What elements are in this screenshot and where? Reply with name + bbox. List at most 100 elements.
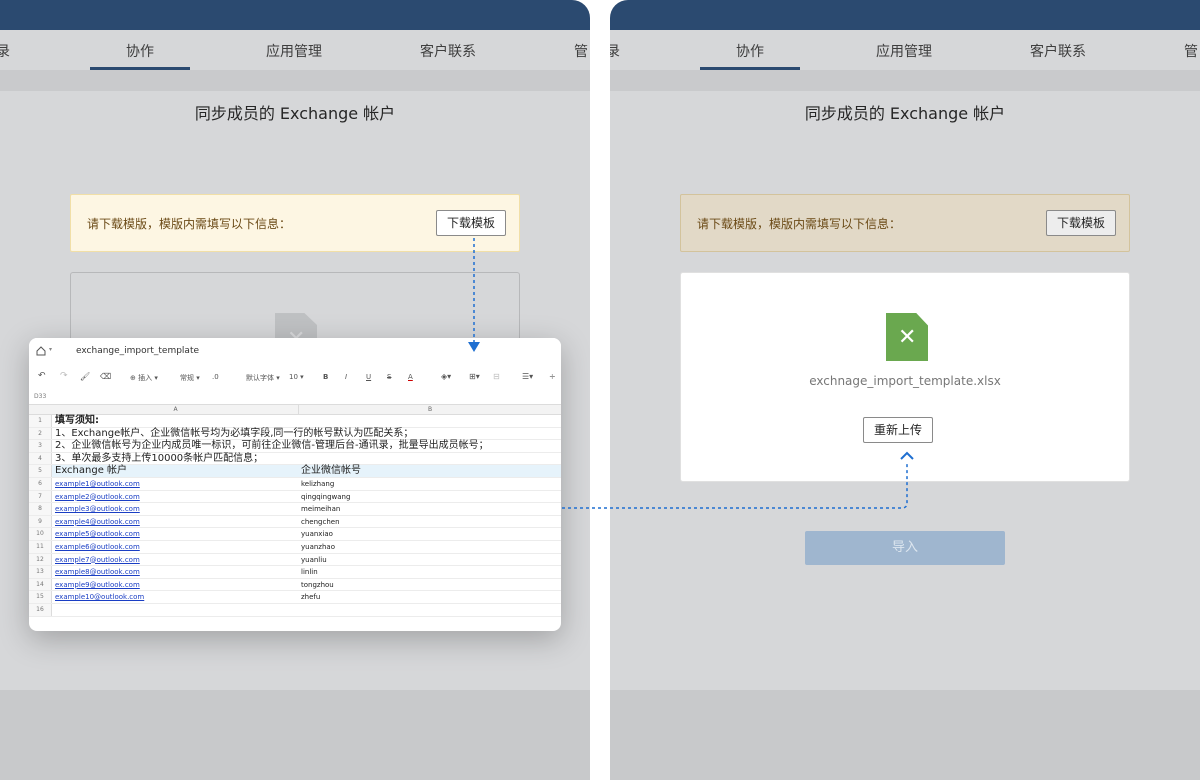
cell-a[interactable]: 1、Exchange帐户、企业微信帐号均为必填字段,同一行的帐号默认为匹配关系； [55, 428, 413, 440]
align-icon[interactable]: ☰▾ [522, 372, 533, 381]
cell-b[interactable]: yuanxiao [301, 528, 333, 540]
home-icon[interactable] [36, 346, 46, 356]
table-row[interactable]: 9 example4@outlook.com chengchen [29, 515, 561, 529]
table-row[interactable]: 1 填写须知: [29, 415, 561, 428]
tab-partial-right[interactable]: 管 [1184, 41, 1198, 61]
row-number[interactable]: 3 [29, 440, 52, 452]
cell-b[interactable]: kelizhang [301, 478, 334, 490]
corner-header[interactable] [29, 404, 53, 415]
download-template-button[interactable]: 下载模板 [1046, 210, 1117, 236]
bold-button[interactable]: B [323, 373, 328, 381]
chevron-down-icon[interactable]: ▾ [49, 346, 52, 353]
table-row[interactable]: 16 [29, 604, 561, 617]
cell-a[interactable]: 2、企业微信帐号为企业内成员唯一标识，可前往企业微信-管理后台-通讯录，批量导出… [55, 440, 489, 452]
table-row[interactable]: 3 2、企业微信帐号为企业内成员唯一标识，可前往企业微信-管理后台-通讯录，批量导… [29, 440, 561, 453]
row-number[interactable]: 10 [29, 528, 52, 540]
table-row[interactable]: 13 example8@outlook.com linlin [29, 566, 561, 579]
font-color-button[interactable]: A [408, 373, 413, 381]
decimal-button[interactable]: .0 [212, 373, 219, 381]
download-template-button[interactable]: 下载模板 [436, 210, 507, 236]
cell-a[interactable]: example3@outlook.com [55, 503, 140, 515]
row-number[interactable]: 5 [29, 465, 52, 477]
tab-partial-right[interactable]: 管 [574, 41, 588, 61]
number-format-label: 常规 [180, 374, 194, 382]
row-number[interactable]: 1 [29, 415, 52, 427]
tab-collab[interactable]: 协作 [736, 41, 764, 61]
table-row[interactable]: 2 1、Exchange帐户、企业微信帐号均为必填字段,同一行的帐号默认为匹配关系… [29, 427, 561, 441]
cell-b[interactable]: zhefu [301, 591, 320, 603]
tab-customer-contact[interactable]: 客户联系 [1030, 41, 1086, 61]
cell-a[interactable]: example2@outlook.com [55, 491, 140, 503]
table-row[interactable]: 14 example9@outlook.com tongzhou [29, 578, 561, 592]
vertical-align-icon[interactable]: ÷ [549, 372, 556, 381]
table-row[interactable]: 6 example1@outlook.com kelizhang [29, 478, 561, 491]
cell-a[interactable]: example1@outlook.com [55, 478, 140, 490]
cell-a[interactable]: example6@outlook.com [55, 541, 140, 553]
eraser-icon[interactable]: ⌫ [100, 372, 111, 381]
cell-a[interactable]: 3、单次最多支持上传10000条帐户匹配信息； [55, 453, 263, 465]
row-number[interactable]: 11 [29, 541, 52, 553]
underline-button[interactable]: U [366, 373, 371, 381]
table-row[interactable]: 11 example6@outlook.com yuanzhao [29, 541, 561, 554]
table-row[interactable]: 10 example5@outlook.com yuanxiao [29, 528, 561, 541]
cell-b[interactable]: yuanzhao [301, 541, 335, 553]
fill-color-icon[interactable]: ◈▾ [441, 372, 451, 381]
table-row[interactable]: 7 example2@outlook.com qingqingwang [29, 490, 561, 504]
cell-b[interactable]: chengchen [301, 516, 340, 528]
row-number[interactable]: 14 [29, 578, 52, 591]
insert-button[interactable]: ⊕ 插入 ▾ [130, 373, 158, 383]
cell-a[interactable]: example9@outlook.com [55, 579, 140, 591]
tab-partial-left[interactable]: 录 [0, 41, 10, 61]
tab-partial-left[interactable]: 录 [610, 41, 620, 61]
table-row[interactable]: 15 example10@outlook.com zhefu [29, 591, 561, 604]
row-number[interactable]: 8 [29, 503, 52, 515]
row-number[interactable]: 15 [29, 591, 52, 603]
cell-b[interactable]: yuanliu [301, 554, 327, 566]
merge-cells-icon[interactable]: ⊟ [493, 372, 500, 381]
cell-a[interactable]: example8@outlook.com [55, 566, 140, 578]
italic-button[interactable]: I [345, 373, 347, 381]
cell-b[interactable]: linlin [301, 566, 318, 578]
cell-a[interactable]: example5@outlook.com [55, 528, 140, 540]
border-icon[interactable]: ⊞▾ [469, 372, 480, 381]
row-number[interactable]: 16 [29, 604, 52, 616]
column-header-a[interactable]: A [53, 404, 299, 415]
row-number[interactable]: 12 [29, 553, 52, 566]
row-number[interactable]: 9 [29, 515, 52, 528]
undo-icon[interactable]: ↶ [38, 371, 46, 381]
cell-b[interactable]: meimeihan [301, 503, 340, 515]
import-button[interactable]: 导入 [805, 531, 1005, 565]
cell-a[interactable]: example4@outlook.com [55, 516, 140, 528]
cell-b[interactable]: 企业微信帐号 [301, 465, 361, 477]
table-row[interactable]: 5 Exchange 帐户 企业微信帐号 [29, 465, 561, 478]
strikethrough-button[interactable]: S [387, 373, 391, 381]
cell-reference[interactable]: D33 [34, 393, 46, 400]
row-number[interactable]: 4 [29, 452, 52, 465]
cell-a[interactable]: 填写须知: [55, 415, 99, 427]
font-select[interactable]: 默认字体 ▾ [246, 373, 280, 383]
cell-b[interactable]: tongzhou [301, 579, 334, 591]
row-number[interactable]: 7 [29, 490, 52, 503]
reupload-button[interactable]: 重新上传 [863, 417, 934, 443]
cell-b[interactable]: qingqingwang [301, 491, 350, 503]
tab-app-management[interactable]: 应用管理 [266, 41, 322, 61]
row-number[interactable]: 2 [29, 427, 52, 440]
format-painter-icon[interactable]: 🖌 [80, 372, 90, 381]
left-screen: 录 协作 应用管理 客户联系 管 同步成员的 Exchange 帐户 请下载模版… [0, 0, 590, 780]
row-number[interactable]: 13 [29, 566, 52, 578]
table-row[interactable]: 4 3、单次最多支持上传10000条帐户匹配信息； [29, 452, 561, 466]
cell-a[interactable]: example7@outlook.com [55, 554, 140, 566]
table-row[interactable]: 12 example7@outlook.com yuanliu [29, 553, 561, 567]
cell-a[interactable]: example10@outlook.com [55, 591, 144, 603]
table-row[interactable]: 8 example3@outlook.com meimeihan [29, 503, 561, 516]
font-size-select[interactable]: 10 ▾ [289, 373, 304, 381]
row-number[interactable]: 6 [29, 478, 52, 490]
tab-customer-contact[interactable]: 客户联系 [420, 41, 476, 61]
column-header-b[interactable]: B [299, 404, 561, 415]
tab-app-management[interactable]: 应用管理 [876, 41, 932, 61]
number-format-select[interactable]: 常规 ▾ [180, 373, 200, 383]
cell-a[interactable]: Exchange 帐户 [55, 465, 127, 477]
tab-collab[interactable]: 协作 [126, 41, 154, 61]
spreadsheet-preview: ▾ exchange_import_template ↶ ↷ 🖌 ⌫ ⊕ 插入 … [29, 338, 561, 631]
redo-icon[interactable]: ↷ [60, 371, 68, 381]
